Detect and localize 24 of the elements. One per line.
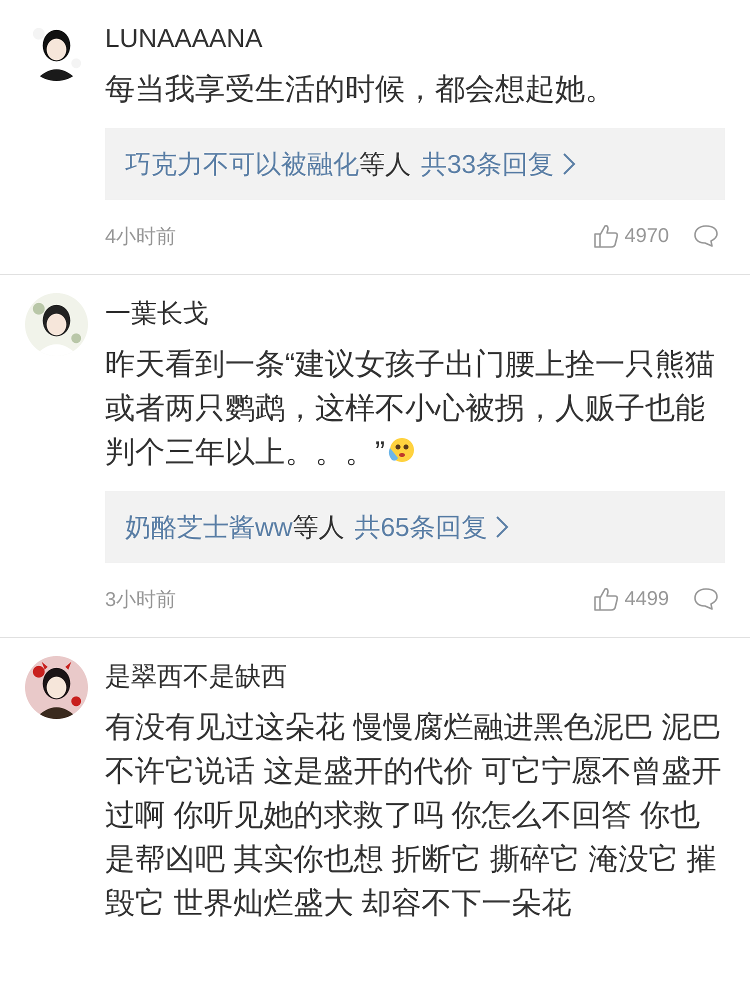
reply-author-link[interactable]: 奶酪芝士酱ww — [125, 510, 293, 544]
like-count: 4499 — [624, 588, 669, 610]
comment-text: 每当我享受生活的时候，都会想起她。 — [105, 73, 615, 106]
reply-count-link[interactable]: 共33条回复 — [421, 146, 554, 182]
chevron-icon — [562, 152, 576, 176]
comment-icon[interactable] — [693, 587, 719, 611]
username[interactable]: LUNAAAANA — [105, 18, 262, 58]
comment-text: 昨天看到一条“建议女孩子出门腰上拴一只熊猫或者两只鹦鹉，这样不小心被拐，人贩子也能判个三年以上。。。” — [105, 348, 715, 469]
reply-suffix: 等人 — [359, 148, 411, 180]
reply-count-link[interactable]: 共65条回复 — [354, 510, 488, 544]
thumbs-up-icon[interactable] — [592, 223, 618, 249]
reply-panel[interactable]: 奶酪芝士酱ww等人 共65条回复 — [105, 491, 725, 563]
comment-text: 有没有见过这朵花 慢慢腐烂融进黑色泥巴 泥巴不许它说话 这是盛开的代价 可它宁愿不曾盛开过啊 你听见她的求救了吗 你怎么不回答 你也是帮凶吧 其实你也想 折断它 撕碎它 淹没它 摧毁它 世界灿烂盛大 却容不下一朵花 — [105, 711, 722, 920]
timestamp: 3小时前 — [105, 588, 178, 612]
reply-author-link[interactable]: 巧克力不可以被融化 — [125, 146, 359, 182]
thumbs-up-icon[interactable] — [592, 586, 618, 612]
reply-panel[interactable]: 巧克力不可以被融化等人 共33条回复 — [105, 128, 725, 200]
username[interactable]: 一葉长戈 — [105, 293, 209, 333]
comment-icon[interactable] — [693, 224, 719, 248]
chevron-icon — [495, 515, 510, 539]
timestamp: 4小时前 — [105, 224, 178, 250]
like-count: 4970 — [624, 224, 669, 248]
username[interactable]: 是翠西不是缺西 — [105, 656, 287, 696]
reply-suffix: 等人 — [292, 510, 345, 544]
